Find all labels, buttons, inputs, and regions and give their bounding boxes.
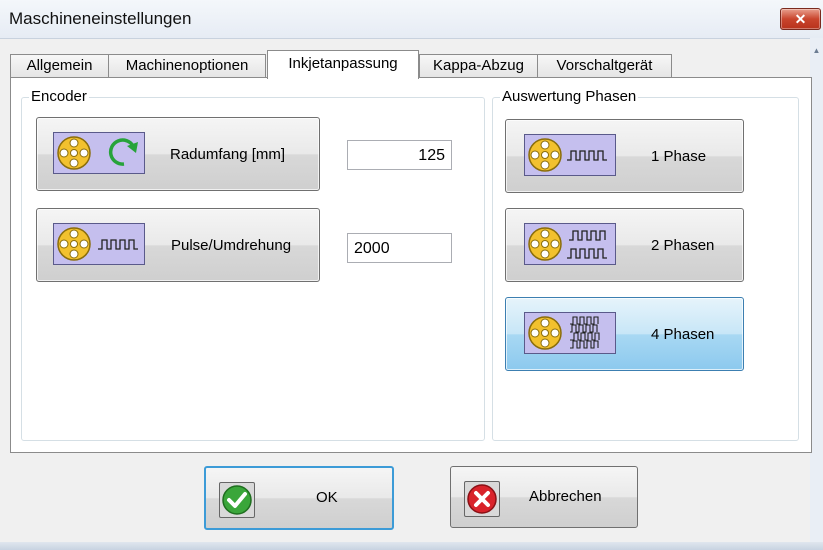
pulse-wave-icon [567,150,607,161]
close-button[interactable]: ✕ [780,8,821,30]
reel-wheel-icon [57,136,91,170]
phasen-group-label: Auswertung Phasen [500,88,639,106]
ok-button[interactable]: OK [204,466,394,530]
tab-inkjetanpassung[interactable]: Inkjetanpassung [267,50,419,79]
tab-strip: Allgemein Machinenoptionen Inkjetanpassu… [10,50,810,79]
tab-machinenoptionen[interactable]: Machinenoptionen [108,54,266,78]
phase-1-label: 1 Phase [651,148,707,165]
pulse-wave-icon [567,230,607,259]
reel-wheel-icon [57,227,91,261]
phasen-group: Auswertung Phasen 1 Phase 2 Phasen 4 Pha… [492,88,799,441]
phase-4-button[interactable]: 4 Phasen [505,297,744,371]
tab-page-inkjetanpassung: Encoder Radumfang [mm] 125 Pulse/Umdrehu… [10,77,812,453]
cancel-button[interactable]: Abbrechen [450,466,638,528]
tab-vorschaltgeraet[interactable]: Vorschaltgerät [537,54,672,78]
reel-wheel-icon [528,227,562,261]
tab-label: Allgemein [26,57,93,74]
phase-1-button[interactable]: 1 Phase [505,119,744,193]
tab-label: Inkjetanpassung [288,55,398,72]
title-bar: Maschineneinstellungen ✕ [0,0,823,39]
radumfang-button[interactable]: Radumfang [mm] [36,117,320,191]
pulse-icon-box [53,223,145,265]
pulse-wave-icon [98,239,138,250]
encoder-group: Encoder Radumfang [mm] 125 Pulse/Umdrehu… [21,88,485,441]
phase-1-icon-box [524,134,616,176]
cancel-label: Abbrechen [529,488,602,505]
phase-4-label: 4 Phasen [651,326,715,343]
pulse-umdrehung-button[interactable]: Pulse/Umdrehung [36,208,320,282]
radumfang-label: Radumfang [mm] [170,146,286,163]
pulse-umdrehung-field[interactable]: 2000 [347,233,452,263]
phase-4-icon-box [524,312,616,354]
dialog-window: Maschineneinstellungen ✕ ▲ Allgemein Mac… [0,0,823,550]
checkmark-icon [222,485,252,515]
pulse-umdrehung-label: Pulse/Umdrehung [171,237,292,254]
reel-wheel-icon [528,138,562,172]
ok-label: OK [316,489,338,506]
close-icon: ✕ [794,11,807,27]
rotate-arrow-icon [108,138,138,166]
pulse-wave-icon [570,316,600,349]
tab-label: Machinenoptionen [125,57,249,74]
phase-2-button[interactable]: 2 Phasen [505,208,744,282]
tab-kappa-abzug[interactable]: Kappa-Abzug [419,54,538,78]
cross-icon [467,484,497,514]
encoder-group-label: Encoder [29,88,89,106]
tab-label: Vorschaltgerät [556,57,653,74]
ok-icon-box [219,482,255,518]
tab-allgemein[interactable]: Allgemein [10,54,109,78]
window-title: Maschineneinstellungen [9,9,192,28]
cancel-icon-box [464,481,500,517]
radumfang-icon-box [53,132,145,174]
radumfang-field[interactable]: 125 [347,140,452,170]
reel-wheel-icon [528,316,562,350]
bottom-edge [0,542,823,550]
scroll-up-icon[interactable]: ▲ [810,46,823,55]
phase-2-label: 2 Phasen [651,237,715,254]
phase-2-icon-box [524,223,616,265]
tab-label: Kappa-Abzug [433,57,524,74]
